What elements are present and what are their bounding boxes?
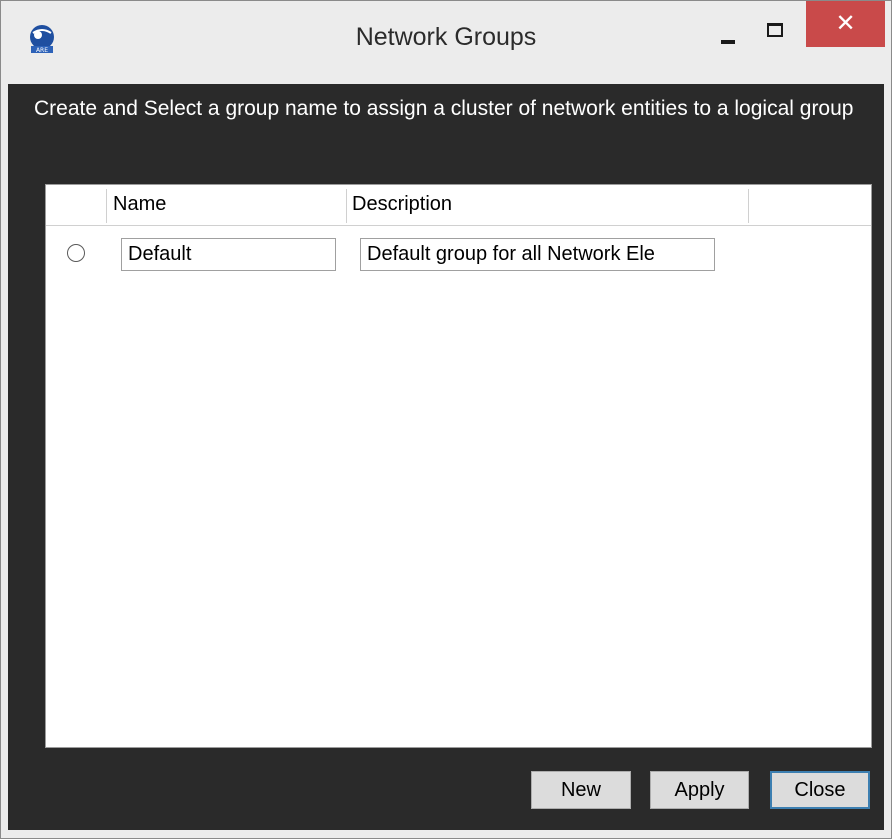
row-select-radio[interactable] (67, 244, 85, 262)
column-header-description[interactable]: Description (352, 193, 452, 216)
group-name-field[interactable]: Default (121, 238, 336, 271)
table-row: Default Default group for all Network El… (46, 234, 871, 274)
column-separator[interactable] (748, 189, 749, 223)
dialog-body: Create and Select a group name to assign… (8, 84, 884, 830)
apply-button[interactable]: Apply (650, 771, 749, 809)
column-separator[interactable] (346, 189, 347, 223)
network-groups-window: ARE Network Groups ✕ Create and Select a… (0, 0, 892, 839)
grid-header: Name Description (46, 185, 871, 226)
minimize-icon[interactable] (707, 1, 751, 61)
close-icon[interactable]: ✕ (806, 1, 885, 47)
new-button[interactable]: New (531, 771, 631, 809)
column-separator[interactable] (106, 189, 107, 223)
column-header-name[interactable]: Name (113, 193, 166, 216)
group-description-field[interactable]: Default group for all Network Ele (360, 238, 715, 271)
title-bar[interactable]: ARE Network Groups ✕ (1, 1, 891, 84)
groups-grid: Name Description Default Default group f… (45, 184, 872, 748)
maximize-icon[interactable] (753, 1, 797, 61)
instruction-text: Create and Select a group name to assign… (34, 97, 854, 120)
close-button[interactable]: Close (770, 771, 870, 809)
